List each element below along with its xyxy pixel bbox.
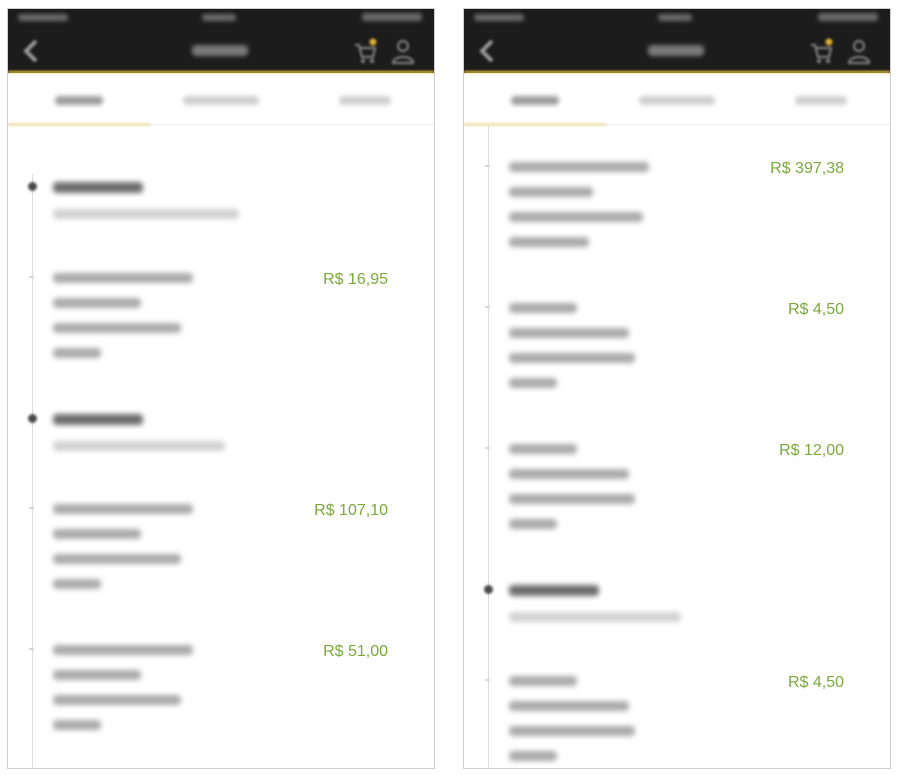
- tab-1[interactable]: [464, 73, 606, 126]
- timeline-dot: [28, 182, 37, 191]
- statement-entry[interactable]: R$ 397,38: [464, 160, 890, 270]
- user-icon[interactable]: [390, 37, 416, 65]
- statement-list[interactable]: R$ 16,95 R$ 107,10 R$ 51,00: [8, 126, 434, 768]
- statement-entry[interactable]: R$ 107,10: [8, 502, 434, 612]
- tab-label: [795, 96, 847, 105]
- daily-balance: [509, 612, 681, 622]
- tab-1[interactable]: [8, 73, 150, 126]
- date-header: [464, 581, 890, 631]
- date-header: [8, 410, 434, 460]
- tab-label: [55, 96, 103, 105]
- back-icon[interactable]: [474, 37, 502, 65]
- entry-amount: R$ 397,38: [770, 160, 844, 177]
- tab-label: [339, 96, 391, 105]
- timeline-dot: [484, 585, 493, 594]
- entry-description-line: [509, 519, 557, 529]
- status-bar: [464, 9, 890, 29]
- entry-description-line: [509, 353, 635, 363]
- date-label: [53, 182, 143, 193]
- entry-description-line: [509, 303, 577, 313]
- entry-description-line: [509, 701, 629, 711]
- signal-indicator: [474, 14, 524, 21]
- clock: [658, 14, 692, 21]
- timeline-dot: [28, 414, 37, 423]
- entry-amount: R$ 51,00: [323, 643, 388, 660]
- entry-description-line: [509, 212, 643, 222]
- entry-amount: R$ 4,50: [787, 301, 844, 318]
- date-header: [8, 178, 434, 228]
- tab-3[interactable]: [748, 73, 890, 125]
- entry-description-line: [509, 237, 589, 247]
- timeline-tick: [485, 447, 490, 449]
- cart-icon[interactable]: [352, 37, 378, 65]
- tab-3[interactable]: [292, 73, 434, 125]
- tab-label: [639, 96, 715, 105]
- entry-description-line: [509, 676, 577, 686]
- entry-description-line: [509, 328, 629, 338]
- entry-description-line: [53, 529, 141, 539]
- app-header: [464, 9, 890, 73]
- date-label: [53, 414, 143, 425]
- status-bar: [8, 9, 434, 29]
- entry-description-line: [53, 504, 193, 514]
- entry-description-line: [509, 162, 649, 172]
- statement-entry[interactable]: R$ 4,50: [464, 674, 890, 768]
- entry-description-line: [53, 273, 193, 283]
- entry-description-line: [53, 645, 193, 655]
- entry-description-line: [509, 187, 593, 197]
- entry-amount: R$ 4,50: [787, 674, 844, 691]
- entry-description-line: [53, 695, 181, 705]
- timeline-tick: [29, 648, 34, 650]
- statement-entry[interactable]: R$ 51,00: [8, 643, 434, 753]
- signal-indicator: [18, 14, 68, 21]
- date-label: [509, 585, 599, 596]
- page-title: [648, 45, 704, 56]
- app-header: [8, 9, 434, 73]
- battery-indicator: [362, 13, 422, 21]
- phone-screen-left: R$ 16,95 R$ 107,10 R$ 51,00: [7, 8, 435, 769]
- entry-description-line: [53, 720, 101, 730]
- timeline-tick: [485, 679, 490, 681]
- entry-amount: R$ 107,10: [314, 502, 388, 519]
- tab-label: [511, 96, 559, 105]
- clock: [202, 14, 236, 21]
- timeline-tick: [485, 306, 490, 308]
- statement-list[interactable]: R$ 397,38 R$ 4,50 R$ 12,00 R$ 4,50: [464, 126, 890, 768]
- entry-amount: R$ 16,95: [323, 271, 388, 288]
- entry-description-line: [53, 348, 101, 358]
- entry-description-line: [509, 726, 635, 736]
- entry-description-line: [53, 554, 181, 564]
- battery-indicator: [818, 13, 878, 21]
- navigation-row: [464, 31, 890, 71]
- tab-2[interactable]: [606, 73, 748, 125]
- daily-balance: [53, 209, 239, 219]
- back-icon[interactable]: [18, 37, 46, 65]
- entry-description-line: [53, 579, 101, 589]
- phone-screen-right: R$ 397,38 R$ 4,50 R$ 12,00 R$ 4,50: [463, 8, 891, 769]
- statement-entry[interactable]: R$ 16,95: [8, 271, 434, 381]
- statement-entry[interactable]: R$ 4,50: [464, 301, 890, 411]
- entry-description-line: [53, 298, 141, 308]
- entry-description-line: [53, 670, 141, 680]
- tab-label: [183, 96, 259, 105]
- navigation-row: [8, 31, 434, 71]
- entry-amount: R$ 12,00: [779, 442, 844, 459]
- entry-description-line: [53, 323, 181, 333]
- statement-entry[interactable]: R$ 12,00: [464, 442, 890, 552]
- daily-balance: [53, 441, 225, 451]
- entry-description-line: [509, 751, 557, 761]
- entry-description-line: [509, 469, 629, 479]
- timeline-tick: [485, 165, 490, 167]
- tab-bar: [464, 73, 890, 126]
- timeline-tick: [29, 276, 34, 278]
- page-title: [192, 45, 248, 56]
- tab-bar: [8, 73, 434, 126]
- entry-description-line: [509, 444, 577, 454]
- tab-2[interactable]: [150, 73, 292, 125]
- entry-description-line: [509, 494, 635, 504]
- user-icon[interactable]: [846, 37, 872, 65]
- entry-description-line: [509, 378, 557, 388]
- cart-icon[interactable]: [808, 37, 834, 65]
- timeline-tick: [29, 507, 34, 509]
